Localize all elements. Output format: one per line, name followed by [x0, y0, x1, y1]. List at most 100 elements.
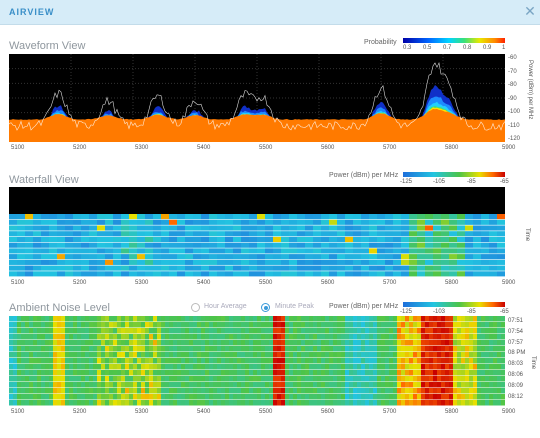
ambient-cell [125, 382, 129, 388]
ambient-cell [393, 340, 397, 346]
waterfall-cell [441, 259, 449, 265]
waterfall-cell [273, 231, 281, 237]
ambient-cell [289, 382, 293, 388]
ambient-cell [101, 382, 105, 388]
ambient-cell [485, 400, 489, 406]
close-icon[interactable]: ✕ [522, 3, 538, 19]
ambient-cell [465, 316, 469, 322]
waterfall-cell [65, 214, 73, 220]
ambient-cell [89, 394, 93, 400]
ambient-cell [489, 316, 493, 322]
waterfall-cell [329, 236, 337, 243]
ambient-cell [409, 352, 413, 358]
ambient-cell [97, 388, 101, 394]
ambient-cell [373, 370, 377, 376]
waterfall-cell [393, 259, 401, 265]
ambient-cell [113, 316, 117, 322]
ambient-cell [45, 316, 49, 322]
ambient-cell [317, 346, 321, 352]
ambient-cell [313, 400, 317, 406]
waterfall-cell [289, 259, 297, 265]
ambient-cell [409, 364, 413, 370]
ambient-cell [97, 322, 101, 328]
waterfall-cell [209, 271, 217, 277]
waterfall-cell [377, 259, 385, 265]
ambient-cell [377, 370, 381, 376]
ambient-cell [257, 376, 261, 382]
ambient-cell [177, 376, 181, 382]
ambient-cell [193, 388, 197, 394]
ambient-cell [29, 400, 33, 406]
waterfall-cell [137, 259, 145, 265]
waveform-legend-label: Probability [364, 39, 397, 46]
ambient-cell [441, 346, 445, 352]
ambient-cell [229, 382, 233, 388]
ambient-cell [9, 334, 13, 340]
waterfall-cell [25, 236, 33, 243]
ambient-cell [213, 382, 217, 388]
minute-peak-radio[interactable] [261, 303, 270, 312]
ambient-cell [129, 382, 133, 388]
ambient-cell [185, 400, 189, 406]
waterfall-cell [129, 254, 137, 260]
ambient-cell [461, 358, 465, 364]
waterfall-cell [169, 265, 177, 271]
x-tick-label: 5300 [135, 409, 149, 415]
waterfall-cell [369, 219, 377, 225]
ambient-cell [445, 322, 449, 328]
ambient-cell [25, 400, 29, 406]
ambient-cell [341, 400, 345, 406]
ambient-cell [257, 352, 261, 358]
ambient-cell [369, 382, 373, 388]
ambient-cell [141, 316, 145, 322]
waterfall-cell [273, 236, 281, 243]
ambient-cell [169, 400, 173, 406]
ambient-cell [117, 358, 121, 364]
ambient-cell [281, 376, 285, 382]
ambient-cell [117, 340, 121, 346]
ambient-cell [289, 358, 293, 364]
waterfall-cell [305, 214, 313, 220]
ambient-cell [137, 322, 141, 328]
waterfall-cell [257, 271, 265, 277]
ambient-cell [229, 334, 233, 340]
waterfall-cell [281, 231, 289, 237]
ambient-cell [137, 358, 141, 364]
ambient-cell [453, 316, 457, 322]
ambient-cell [77, 316, 81, 322]
ambient-cell [201, 346, 205, 352]
waterfall-cell [57, 231, 65, 237]
ambient-cell [49, 358, 53, 364]
waterfall-cell [49, 219, 57, 225]
waterfall-cell [297, 265, 305, 271]
ambient-cell [457, 346, 461, 352]
ambient-cell [281, 316, 285, 322]
waterfall-cell [217, 271, 225, 277]
ambient-cell [261, 334, 265, 340]
ambient-cell [221, 340, 225, 346]
ambient-cell [85, 322, 89, 328]
ambient-cell [489, 358, 493, 364]
ambient-cell [289, 340, 293, 346]
ambient-cell [433, 376, 437, 382]
ambient-cell [481, 340, 485, 346]
waterfall-cell [265, 214, 273, 220]
ambient-cell [261, 322, 265, 328]
waterfall-cell [249, 271, 257, 277]
ambient-cell [101, 388, 105, 394]
waterfall-cell [105, 271, 113, 277]
ambient-cell [197, 364, 201, 370]
ambient-cell [37, 376, 41, 382]
hour-average-radio[interactable] [191, 303, 200, 312]
ambient-cell [329, 340, 333, 346]
ambient-cell [281, 394, 285, 400]
ambient-cell [129, 376, 133, 382]
ambient-cell [33, 376, 37, 382]
ambient-cell [189, 322, 193, 328]
ambient-cell [281, 328, 285, 334]
ambient-cell [397, 328, 401, 334]
waterfall-cell [57, 265, 65, 271]
ambient-cell [113, 400, 117, 406]
ambient-cell [469, 340, 473, 346]
waterfall-cell [129, 271, 137, 277]
